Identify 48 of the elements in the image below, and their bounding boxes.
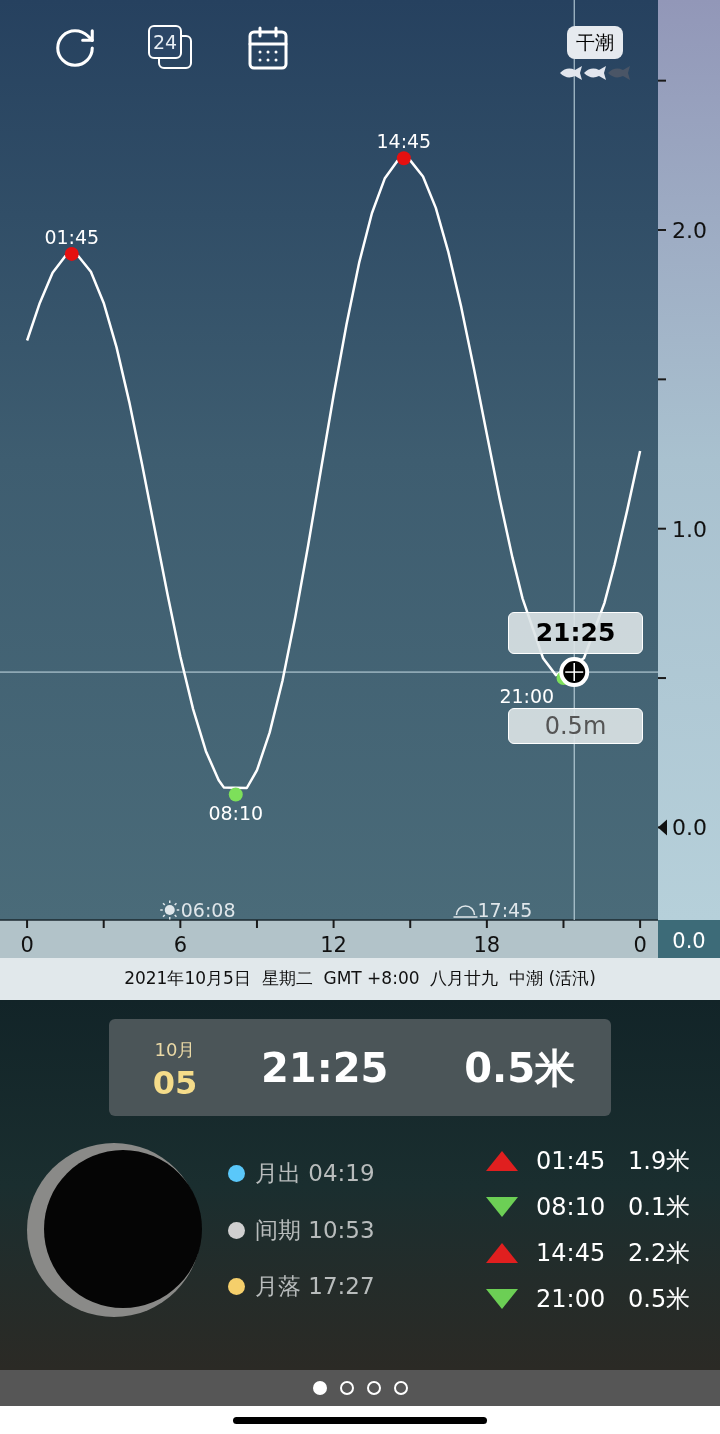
tide-point-label: 08:10 <box>208 801 264 824</box>
moon-event-label: 间期 10:53 <box>255 1215 375 1245</box>
tide-point <box>396 151 411 166</box>
tide-time: 01:45 <box>536 1146 607 1177</box>
tide-badge: 干潮 <box>567 26 623 59</box>
cursor-handle-icon[interactable] <box>559 657 590 688</box>
fish-filled-icon <box>582 64 608 81</box>
tide-height: 0.5米 <box>628 1284 692 1315</box>
cursor-time-label: 21:25 <box>508 612 643 654</box>
high-tide-icon <box>486 1151 518 1171</box>
sun-time-label: 06:08 <box>180 899 236 921</box>
low-tide-icon <box>486 1197 518 1217</box>
moon-event-label: 月出 04:19 <box>255 1159 375 1189</box>
readout-panel <box>658 920 720 958</box>
x-tick-label: 18 <box>473 933 501 957</box>
tide-point-label: 01:45 <box>44 225 100 248</box>
y-tick-label: 0.0 <box>672 815 707 841</box>
sun-icon <box>159 899 180 921</box>
date-info: 2021年10月5日 星期二 GMT +8:00 八月廿九 中潮 (活汛) <box>124 967 596 991</box>
tide-height: 1.9米 <box>628 1146 692 1177</box>
tide-time: 21:00 <box>536 1284 607 1315</box>
summary-height: 0.5米 <box>464 1043 575 1093</box>
tide-point <box>64 246 79 261</box>
fish-filled-icon <box>558 64 584 81</box>
month-label: 10月 <box>154 1038 196 1062</box>
high-tide-icon <box>486 1243 518 1263</box>
x-tick-label: 6 <box>173 933 187 957</box>
y-tick-label: 1.0 <box>672 516 707 542</box>
x-tick-label: 12 <box>320 933 347 957</box>
y-tick-label: 2.0 <box>672 218 707 243</box>
summary-time: 21:25 <box>261 1043 389 1093</box>
tide-point <box>228 787 243 802</box>
day-label: 05 <box>152 1067 198 1099</box>
sunset-icon <box>452 905 479 918</box>
x-tick-label: 0 <box>633 933 647 957</box>
readout-value: 0.0 <box>672 929 706 953</box>
tide-time: 14:45 <box>536 1238 607 1269</box>
x-tick-label: 0 <box>20 933 34 957</box>
tide-point-label: 21:00 <box>499 685 555 708</box>
tide-point-label: 14:45 <box>376 130 432 153</box>
low-tide-icon <box>486 1289 518 1309</box>
cursor-height-label: 0.5m <box>508 708 643 744</box>
home-indicator[interactable] <box>233 1416 487 1424</box>
moon-event-label: 月落 17:27 <box>255 1272 375 1302</box>
tide-time: 08:10 <box>536 1192 607 1223</box>
tide-height: 2.2米 <box>628 1238 692 1269</box>
tide-height: 0.1米 <box>628 1192 692 1223</box>
sun-time-label: 17:45 <box>477 899 533 921</box>
